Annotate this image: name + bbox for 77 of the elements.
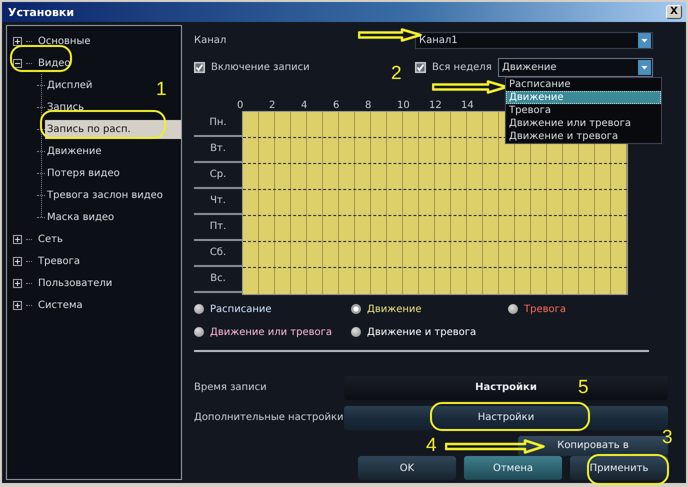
- day-label: Сб.: [210, 247, 226, 258]
- legend-label: Тревога: [524, 304, 566, 314]
- field-label: Время записи: [194, 382, 268, 394]
- radio-button[interactable]: [351, 327, 361, 337]
- schedule-row[interactable]: [243, 216, 627, 242]
- dialog-button[interactable]: Применить: [570, 456, 668, 480]
- day-label: Вс.: [210, 273, 226, 284]
- radio-button[interactable]: [508, 304, 518, 314]
- tree-item[interactable]: Тревога заслон видео: [45, 188, 165, 202]
- schedule-row[interactable]: [243, 164, 627, 190]
- mode-dropdown[interactable]: Движение: [498, 58, 653, 77]
- field-label: Канал: [194, 34, 228, 46]
- hour-label: 6: [333, 100, 340, 110]
- tree-item[interactable]: Дисплей: [45, 78, 94, 92]
- arrow-icon: [432, 80, 508, 94]
- dropdown-option[interactable]: Тревога: [506, 104, 661, 117]
- tree-item[interactable]: Система: [36, 298, 85, 312]
- channel-dropdown[interactable]: Канал1: [415, 32, 653, 49]
- tree-item[interactable]: Движение: [45, 144, 104, 158]
- radio-button[interactable]: [194, 327, 204, 337]
- dropdown-value: Канал1: [419, 34, 458, 46]
- checkbox-label[interactable]: Вся неделя: [432, 62, 492, 73]
- legend-label: Расписание: [210, 304, 272, 314]
- tree-item[interactable]: Сеть: [36, 232, 65, 246]
- window-title: Установки: [8, 6, 74, 18]
- expand-icon[interactable]: [13, 278, 22, 288]
- radio-button[interactable]: [351, 304, 361, 314]
- expand-icon[interactable]: [13, 234, 22, 244]
- arrow-icon: [358, 28, 422, 42]
- collapse-icon[interactable]: [13, 58, 22, 68]
- field-label: Дополнительные настройки: [194, 412, 344, 424]
- tree-item[interactable]: Видео: [36, 56, 73, 70]
- hour-label: 8: [365, 100, 372, 110]
- schedule-row[interactable]: [243, 242, 627, 268]
- dropdown-option[interactable]: Движение или тревога: [506, 117, 661, 130]
- hour-label: 0: [237, 100, 244, 110]
- day-label: Ср.: [210, 169, 226, 180]
- hour-label: 2: [269, 100, 276, 110]
- step-number: 1: [156, 80, 167, 100]
- checkbox[interactable]: [415, 62, 426, 73]
- tree-item[interactable]: Тревога: [36, 254, 82, 268]
- expand-icon[interactable]: [13, 300, 22, 310]
- day-label: Пн.: [209, 117, 227, 128]
- day-label: Вт.: [210, 143, 226, 154]
- dropdown-value: Движение: [502, 62, 557, 73]
- arrow-icon: [445, 439, 545, 454]
- settings-button[interactable]: Настройки: [344, 406, 668, 430]
- dialog-button[interactable]: OK: [358, 456, 456, 480]
- step-number: 2: [391, 64, 402, 84]
- tree-item[interactable]: Потеря видео: [45, 166, 122, 180]
- tree-item[interactable]: Маска видео: [45, 210, 116, 224]
- close-button[interactable]: X: [666, 5, 682, 19]
- step-number: 4: [426, 436, 437, 456]
- legend-label: Движение: [367, 304, 422, 314]
- dialog-button[interactable]: Отмена: [464, 456, 562, 480]
- tree-item[interactable]: Пользователи: [36, 276, 114, 290]
- dropdown-option[interactable]: Движение: [506, 91, 661, 104]
- day-label: Чт.: [210, 195, 226, 206]
- hour-label: 12: [429, 100, 442, 110]
- hour-label: 10: [397, 100, 410, 110]
- expand-icon[interactable]: [13, 36, 22, 46]
- tree-item[interactable]: Запись по расп.: [45, 120, 181, 138]
- legend-label: Движение и тревога: [367, 326, 476, 338]
- schedule-row[interactable]: [243, 190, 627, 216]
- dropdown-option[interactable]: Движение и тревога: [506, 130, 661, 143]
- tree-item[interactable]: Запись: [45, 100, 86, 114]
- hour-label: 14: [461, 100, 474, 110]
- day-label: Пт.: [210, 221, 226, 232]
- radio-button[interactable]: [194, 304, 204, 314]
- checkbox-label[interactable]: Включение записи: [211, 62, 310, 73]
- checkbox[interactable]: [194, 62, 205, 73]
- tree-item[interactable]: Основные: [36, 34, 93, 48]
- expand-icon[interactable]: [13, 256, 22, 266]
- step-number: 5: [578, 378, 589, 398]
- hour-label: 4: [301, 100, 308, 110]
- dropdown-option[interactable]: Расписание: [506, 78, 661, 91]
- legend-label: Движение или тревога: [210, 326, 332, 338]
